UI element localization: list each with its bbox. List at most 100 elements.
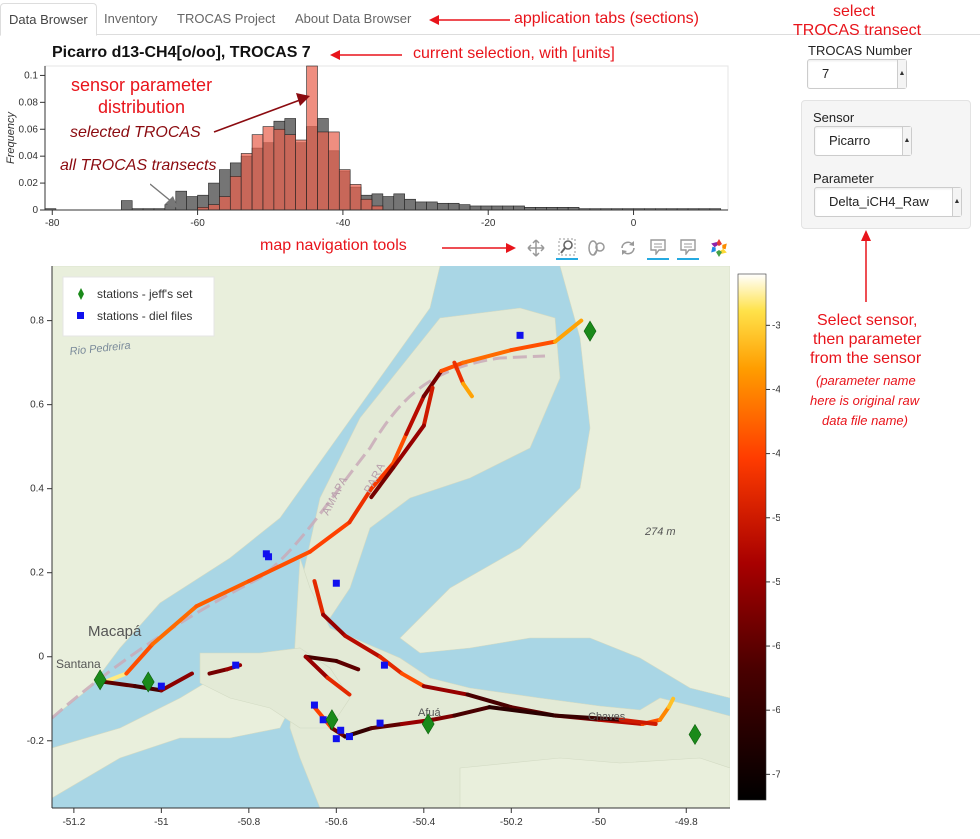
histogram-y-tick-label: 0.04 <box>19 151 39 162</box>
zoom-icon[interactable] <box>556 236 578 260</box>
map-legend <box>62 276 215 337</box>
histogram-bar-selected <box>338 169 351 211</box>
histogram-x-tick-label: -80 <box>45 218 60 229</box>
map-x-tick-label: -50.8 <box>237 817 260 828</box>
histogram-x-tick-label: -20 <box>481 218 496 229</box>
tab-trocas-project[interactable]: TROCAS Project <box>169 3 283 35</box>
map-x-tick-label: -50.4 <box>412 817 435 828</box>
map-y-tick-label: 0 <box>38 652 44 663</box>
trocas-number-label: TROCAS Number <box>808 43 913 58</box>
station-diel <box>265 553 273 561</box>
trocas-number-value: 7 <box>822 66 830 81</box>
chevron-down-icon: ▲ <box>952 188 961 216</box>
pan-icon[interactable] <box>525 236 547 260</box>
histogram-x-tick-label: -40 <box>336 218 351 229</box>
colorbar-tick-label: -50 <box>772 513 780 524</box>
histogram-y-tick-label: 0 <box>32 205 38 216</box>
histogram-y-tick-label: 0.08 <box>19 97 39 108</box>
histogram-bar-selected <box>371 205 384 211</box>
annotation-arrow-sensor <box>861 230 871 302</box>
chevron-down-icon: ▲ <box>902 127 911 155</box>
station-diel <box>337 726 345 734</box>
histogram-bar-all <box>458 204 471 211</box>
histogram-bar-all <box>469 205 482 211</box>
histogram-bar-all <box>437 202 449 211</box>
bokeh-logo-icon[interactable] <box>708 236 730 260</box>
tab-data-browser[interactable]: Data Browser <box>0 3 97 36</box>
parameter-select[interactable]: Delta_iCH4_Raw ▲ <box>814 187 962 217</box>
annotation-param-note-3: data file name) <box>822 413 908 428</box>
annotation-sensor-2: then parameter <box>813 331 922 348</box>
histogram-y-tick-label: 0.02 <box>19 178 39 189</box>
station-diel <box>332 579 340 587</box>
parameter-label: Parameter <box>813 171 874 186</box>
colorbar-tick-label: -70 <box>772 769 780 780</box>
histogram-x-tick-label: 0 <box>631 218 637 229</box>
station-diel <box>232 661 240 669</box>
colorbar <box>737 273 767 801</box>
station-diel <box>516 331 524 339</box>
wheel-zoom-icon[interactable] <box>586 236 608 260</box>
place-label: Santana <box>56 657 101 671</box>
histogram-y-tick-label: 0.06 <box>19 124 39 135</box>
trocas-number-select[interactable]: 7 ▲ <box>807 59 907 89</box>
place-label: 274 m <box>644 526 676 538</box>
map-y-tick-label: 0.4 <box>30 484 44 495</box>
legend-label: stations - diel files <box>97 309 192 323</box>
reset-icon[interactable] <box>617 236 639 260</box>
annotation-param-note-1: (parameter name <box>816 373 916 388</box>
chevron-down-icon: ▲ <box>897 60 906 88</box>
annotation-sensor-3: from the sensor <box>810 350 922 367</box>
colorbar-tick-label: -40 <box>772 384 780 395</box>
station-diel <box>345 733 353 741</box>
histogram-y-label: Frequency <box>5 111 17 164</box>
histogram-bar-all <box>513 205 525 211</box>
map-layers: Rio PedreiraMacapáSantanaAMAPA PARA274 mA… <box>52 266 730 808</box>
histogram-bar-all <box>393 193 405 211</box>
histogram-y-tick-label: 0.1 <box>24 70 38 81</box>
map-x-tick-label: -50.2 <box>500 817 523 828</box>
station-diel <box>310 701 318 709</box>
map-plot[interactable]: Rio PedreiraMacapáSantanaAMAPA PARA274 mA… <box>0 258 780 839</box>
colorbar-tick-label: -60 <box>772 641 780 652</box>
map-x-tick-label: -51 <box>154 817 169 828</box>
histogram-bar-all <box>491 205 504 211</box>
histogram-bar-all <box>480 205 493 211</box>
map-y-tick-label: 0.2 <box>30 568 44 579</box>
histogram-bar-all <box>382 196 395 211</box>
map-y-tick-label: 0.6 <box>30 400 44 411</box>
histogram-bar-all <box>426 201 438 211</box>
annotation-map-tools: map navigation tools <box>260 237 407 254</box>
histogram-bar-selected <box>349 184 362 211</box>
histogram-bar-selected <box>360 198 373 211</box>
legend-square-icon <box>77 312 84 319</box>
tab-inventory[interactable]: Inventory <box>96 3 165 35</box>
annotation-arrow-tools <box>442 243 516 253</box>
map-y-tick-label: -0.2 <box>27 736 45 747</box>
histogram-bar-all <box>120 200 133 211</box>
annotation-sensor-1: Select sensor, <box>817 312 918 329</box>
hover-icon-2[interactable] <box>677 236 699 260</box>
colorbar-tick-label: -45 <box>772 449 780 460</box>
histogram-bar-all <box>404 198 416 211</box>
land-area <box>459 757 730 808</box>
annotation-tabs: application tabs (sections) <box>514 10 699 27</box>
histogram-bar-selected <box>328 131 340 211</box>
tab-about-data-browser[interactable]: About Data Browser <box>287 3 419 35</box>
annotation-arrows-histogram <box>150 93 310 208</box>
histogram-bar-all <box>502 205 514 211</box>
sensor-label: Sensor <box>813 110 855 125</box>
map-y-tick-label: 0.8 <box>30 316 44 327</box>
station-diel <box>332 735 340 743</box>
hover-icon[interactable] <box>647 236 669 260</box>
histogram-bar-all <box>447 202 460 211</box>
map-x-tick-label: -51.2 <box>62 817 85 828</box>
legend-label: stations - jeff's set <box>97 287 193 301</box>
annotation-select-1: select <box>833 3 875 20</box>
colorbar-tick-label: -35 <box>772 320 780 331</box>
annotation-param-note-2: here is original raw <box>810 393 920 408</box>
map-x-tick-label: -50.6 <box>325 817 348 828</box>
map-x-tick-label: -50 <box>592 817 607 828</box>
histogram-bar-all <box>415 201 427 211</box>
sensor-select[interactable]: Picarro ▲ <box>814 126 912 156</box>
